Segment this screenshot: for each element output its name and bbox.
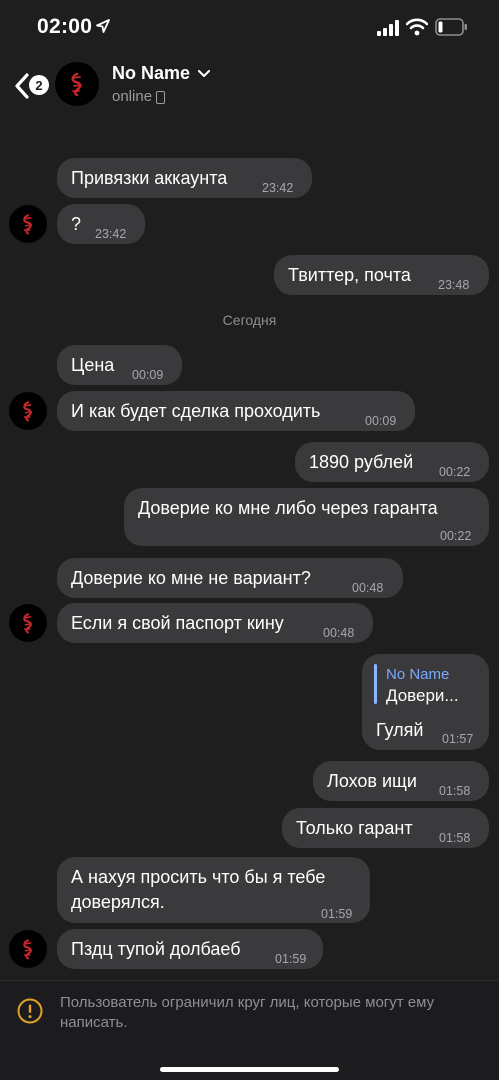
avatar-emblem-icon	[23, 939, 33, 960]
contact-status-text: online	[112, 88, 153, 105]
sender-avatar[interactable]	[9, 205, 47, 243]
message-time: 00:09	[132, 368, 164, 382]
home-indicator[interactable]	[160, 1067, 339, 1072]
location-arrow-icon	[96, 19, 110, 33]
message-text: Твиттер, почта	[288, 265, 411, 285]
message-bubble-incoming[interactable]: Доверие ко мне не вариант? 00:48	[57, 558, 403, 598]
message-time: 00:48	[323, 626, 355, 640]
chat-header: 2 No Name online	[0, 50, 499, 120]
message-bubble-outgoing[interactable]: 1890 рублей 00:22	[295, 442, 489, 482]
wifi-icon	[406, 18, 428, 36]
message-text: Гуляй	[376, 720, 424, 740]
message-bubble-incoming[interactable]: Привязки аккаунта 23:42	[57, 158, 312, 198]
contact-status: online	[112, 88, 166, 105]
message-text: Только гарант	[296, 818, 413, 838]
contact-name-text: No Name	[112, 63, 191, 83]
avatar-emblem-icon	[23, 401, 33, 422]
message-time: 01:59	[275, 952, 307, 966]
message-bubble-incoming[interactable]: А нахуя просить что бы я тебе доверялся.…	[57, 857, 370, 923]
exclamation-circle-icon	[17, 998, 43, 1024]
date-separator: Сегодня	[222, 312, 277, 328]
message-text: Лохов ищи	[327, 771, 417, 791]
avatar-emblem-icon	[23, 214, 33, 235]
reply-accent-bar	[374, 664, 377, 704]
message-time: 23:42	[262, 181, 294, 195]
message-time: 01:58	[439, 831, 471, 845]
message-list[interactable]: Привязки аккаунта 23:42 ? 23:42 Твиттер,…	[0, 120, 499, 980]
message-text: Доверие ко мне либо через гаранта	[138, 498, 438, 518]
message-bubble-incoming[interactable]: Пздц тупой долбаеб 01:59	[57, 929, 323, 969]
message-time: 00:48	[352, 581, 384, 595]
unread-badge: 2	[29, 75, 49, 95]
message-time: 00:22	[439, 465, 471, 479]
avatar-emblem-icon	[71, 72, 82, 97]
status-bar: 02:00	[0, 0, 499, 50]
message-text: Если я свой паспорт кину	[71, 613, 284, 633]
message-text: И как будет сделка проходить	[71, 401, 321, 421]
sender-avatar[interactable]	[9, 392, 47, 430]
message-bubble-incoming[interactable]: ? 23:42	[57, 204, 145, 244]
message-bubble-outgoing[interactable]: Только гарант 01:58	[282, 808, 489, 848]
message-time: 01:57	[442, 732, 474, 746]
mobile-device-icon	[156, 91, 166, 104]
message-text: Пздц тупой долбаеб	[71, 939, 241, 959]
message-bubble-outgoing-reply[interactable]: No Name Довери... Гуляй 01:57	[362, 654, 489, 750]
message-time: 23:42	[95, 227, 127, 241]
status-time: 02:00	[37, 15, 93, 38]
message-bubble-incoming[interactable]: Цена 00:09	[57, 345, 182, 385]
chat-screen: 02:00 2 No Name online Привязки аккаунта…	[0, 0, 499, 1080]
signal-icon	[377, 20, 399, 36]
chevron-down-icon	[198, 69, 211, 77]
restriction-panel: Пользователь ограничил круг лиц, которые…	[0, 980, 499, 1080]
message-text: Привязки аккаунта	[71, 168, 228, 188]
sender-avatar[interactable]	[9, 604, 47, 642]
message-bubble-outgoing[interactable]: Доверие ко мне либо через гаранта 00:22	[124, 488, 489, 546]
message-time: 00:09	[365, 414, 397, 428]
message-bubble-outgoing[interactable]: Лохов ищи 01:58	[313, 761, 489, 801]
message-text: 1890 рублей	[309, 452, 414, 472]
reply-quote-text: Довери...	[386, 686, 459, 705]
message-bubble-outgoing[interactable]: Твиттер, почта 23:48	[274, 255, 489, 295]
message-time: 01:58	[439, 784, 471, 798]
sender-avatar[interactable]	[9, 930, 47, 968]
message-text-line: А нахуя просить что бы я тебе	[71, 867, 326, 887]
contact-name[interactable]: No Name	[112, 63, 211, 84]
message-time: 00:22	[440, 529, 472, 543]
message-bubble-incoming[interactable]: И как будет сделка проходить 00:09	[57, 391, 415, 431]
back-button[interactable]: 2	[8, 62, 49, 102]
message-text: ?	[71, 214, 82, 234]
restriction-message: Пользователь ограничил круг лиц, которые…	[60, 994, 435, 1031]
message-text: Доверие ко мне не вариант?	[71, 568, 311, 588]
message-bubble-incoming[interactable]: Если я свой паспорт кину 00:48	[57, 603, 373, 643]
message-text: Цена	[71, 355, 115, 375]
message-time: 23:48	[438, 278, 470, 292]
message-text-line: доверялся.	[71, 892, 165, 912]
avatar-emblem-icon	[23, 613, 33, 634]
message-time: 01:59	[321, 907, 353, 921]
contact-avatar[interactable]	[55, 62, 99, 106]
battery-icon	[435, 18, 467, 36]
